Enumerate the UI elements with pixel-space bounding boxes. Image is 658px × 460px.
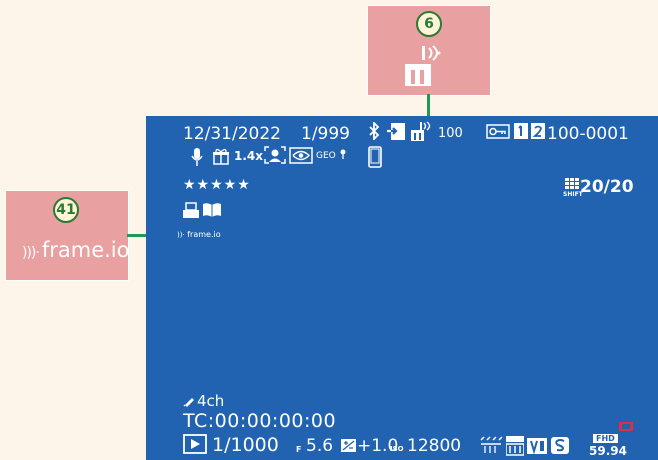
iso-value: 12800 [407, 436, 462, 456]
wireless-transfer-small-icon [411, 121, 431, 141]
shots-count: 20/20 [580, 177, 634, 197]
frame-rate: 59.94 [589, 444, 627, 458]
geotag-label: GEO [316, 151, 336, 161]
file-number: 100-0001 [547, 124, 629, 144]
transfer-image-icon [387, 123, 405, 140]
callout-41-frameio-logo: )))· frame.io [22, 238, 129, 262]
shooting-mode-s-icon [551, 437, 569, 454]
frameio-label: frame.io [41, 238, 130, 262]
date: 12/31/2022 [183, 124, 281, 144]
frameio-small-signal-icon: ))· [177, 231, 185, 239]
callout-41-number: 41 [53, 197, 79, 223]
battery-warning-icon [619, 422, 633, 431]
frameio-signal-icon: )))· [22, 245, 40, 261]
film-simulation-icon [527, 438, 547, 454]
exposure-compensation-icon [341, 439, 356, 452]
fhd-badge: FHD [593, 434, 618, 443]
white-balance-icon [480, 436, 503, 453]
playback-icon [183, 434, 207, 454]
transfer-number: 100 [438, 126, 463, 141]
aperture-value: 5.6 [306, 436, 334, 456]
continuous-shot-icon [565, 178, 579, 189]
microphone-icon [191, 148, 203, 166]
eye-detection-icon [289, 147, 313, 164]
bracket-label: 1.4x [234, 149, 263, 163]
protect-key-icon [486, 124, 510, 139]
card-slot-1-icon [514, 123, 528, 139]
photobook-icon [203, 203, 221, 217]
aperture-prefix: F [296, 445, 302, 454]
dynamic-range-icon [506, 436, 524, 456]
face-detection-icon [264, 146, 286, 164]
geotag-pin-icon [340, 149, 346, 159]
wireless-transfer-icon [405, 45, 441, 86]
bluetooth-icon [369, 122, 380, 140]
rating-stars: ★★★★★ [183, 177, 251, 193]
frame-counter: 1/999 [301, 124, 350, 144]
shutter-speed: 1/1000 [212, 434, 279, 456]
iso-prefix: ISO [390, 445, 404, 453]
card-slot-2-icon [531, 123, 545, 139]
camera-playback-screen: 12/31/2022 1/999 100 100-0001 1.4x GEO ★… [146, 116, 658, 460]
print-order-icon [183, 202, 199, 218]
callout-6-leader [427, 94, 430, 116]
callout-6-number: 6 [416, 11, 442, 37]
audio-pen-icon [183, 398, 194, 407]
timecode: TC:00:00:00:00 [183, 410, 337, 432]
frameio-tag-label: frame.io [187, 230, 221, 239]
frameio-tag: ))· frame.io [177, 230, 221, 239]
smartphone-icon [368, 146, 382, 168]
gift-icon [213, 148, 229, 165]
audio-channels: 4ch [197, 392, 225, 410]
